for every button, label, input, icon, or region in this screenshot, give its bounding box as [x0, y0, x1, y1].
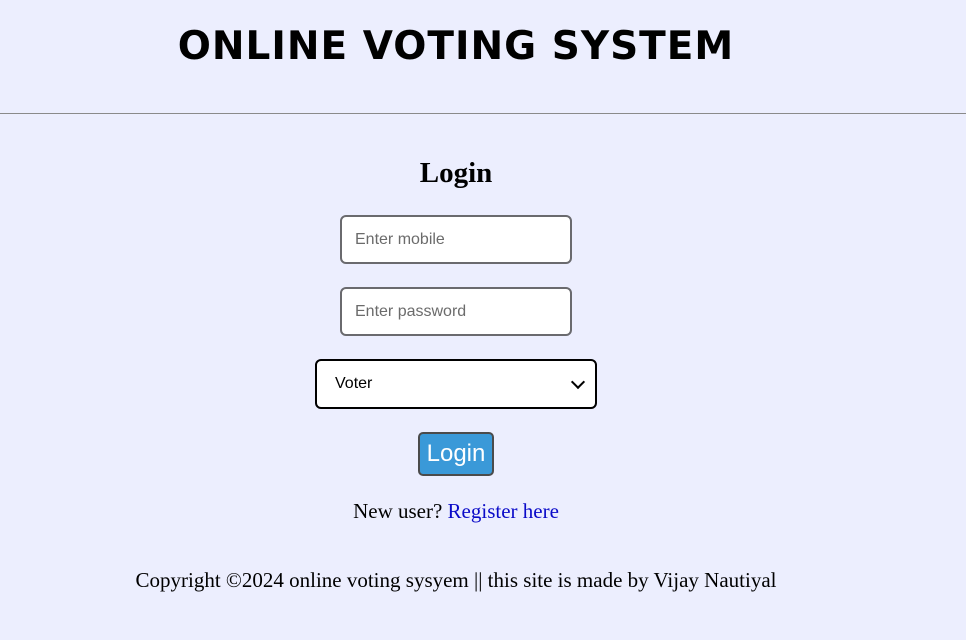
mobile-input[interactable]: [340, 215, 572, 264]
chevron-down-icon: [570, 374, 586, 389]
register-link[interactable]: Register here: [448, 499, 559, 523]
site-header: ONLINE VOTING SYSTEM: [0, 0, 966, 114]
footer-copyright: Copyright ©2024 online voting sysyem || …: [135, 568, 777, 592]
role-select-value: Voter: [335, 375, 373, 392]
login-button[interactable]: Login: [418, 432, 494, 476]
site-title: ONLINE VOTING SYSTEM: [177, 24, 735, 69]
password-input[interactable]: [340, 287, 572, 336]
login-heading: Login: [419, 157, 493, 189]
role-select[interactable]: Voter: [315, 359, 597, 409]
new-user-text: New user?: [353, 499, 443, 523]
register-row: New user? Register here: [0, 498, 912, 524]
